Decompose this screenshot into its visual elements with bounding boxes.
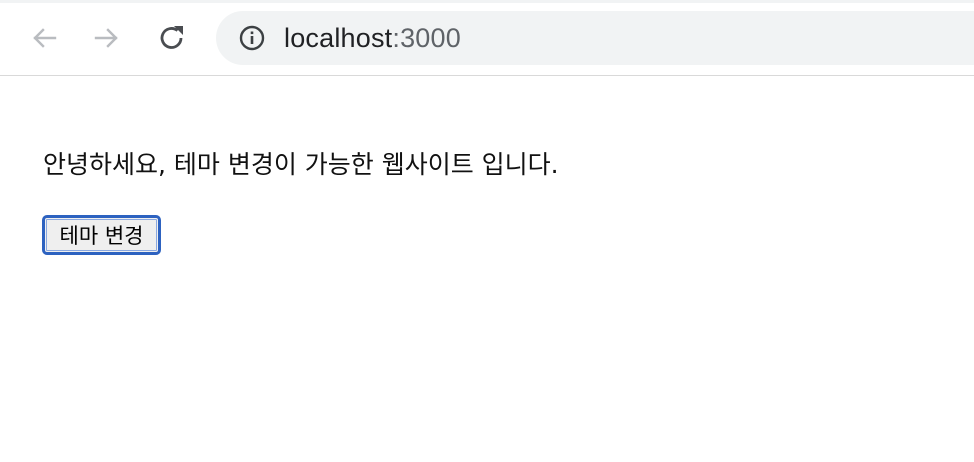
url-host: localhost	[284, 23, 393, 53]
url-text[interactable]: localhost:3000	[284, 24, 461, 52]
reload-icon	[160, 26, 183, 49]
tab-strip-edge	[0, 0, 974, 3]
theme-change-button[interactable]: 테마 변경	[42, 215, 161, 255]
reload-button[interactable]	[152, 18, 192, 58]
greeting-text: 안녕하세요, 테마 변경이 가능한 웹사이트 입니다.	[43, 150, 559, 179]
info-icon	[239, 25, 265, 51]
browser-toolbar: localhost:3000	[0, 0, 974, 76]
back-button[interactable]	[24, 18, 64, 58]
address-bar[interactable]: localhost:3000	[216, 11, 974, 65]
url-port: :3000	[392, 23, 461, 53]
arrow-right-icon	[94, 28, 118, 48]
site-info-button[interactable]	[238, 24, 266, 52]
page-content: 안녕하세요, 테마 변경이 가능한 웹사이트 입니다. 테마 변경	[0, 77, 974, 462]
forward-button[interactable]	[87, 18, 127, 58]
arrow-left-icon	[33, 28, 57, 48]
